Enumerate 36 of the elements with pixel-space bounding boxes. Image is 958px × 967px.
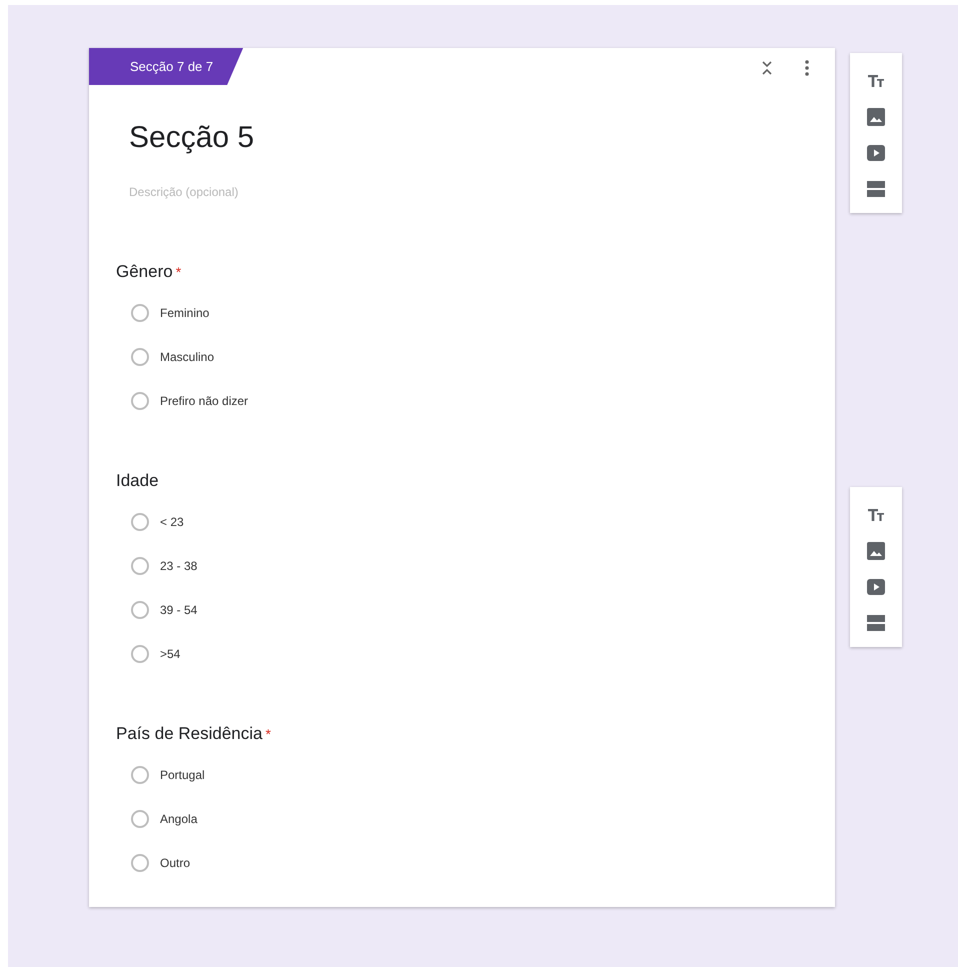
radio-button[interactable] <box>131 513 149 531</box>
more-vertical-icon <box>805 60 809 76</box>
radio-button[interactable] <box>131 766 149 784</box>
option-label: Prefiro não dizer <box>160 393 248 410</box>
required-mark: * <box>265 725 271 744</box>
image-icon <box>867 542 885 560</box>
option-label: >54 <box>160 646 180 663</box>
option-label: Outro <box>160 855 190 872</box>
radio-button[interactable] <box>131 557 149 575</box>
radio-button[interactable] <box>131 810 149 828</box>
option-label: Masculino <box>160 349 214 366</box>
text-icon <box>867 508 885 522</box>
option-label: Portugal <box>160 767 205 784</box>
radio-button[interactable] <box>131 348 149 366</box>
question-title: Gênero <box>116 261 173 283</box>
question-title: País de Residência <box>116 723 262 745</box>
section-icon <box>867 181 885 197</box>
option-label: Feminino <box>160 305 210 322</box>
radio-button[interactable] <box>131 304 149 322</box>
radio-button[interactable] <box>131 645 149 663</box>
radio-button[interactable] <box>131 392 149 410</box>
radio-button[interactable] <box>131 854 149 872</box>
required-mark: * <box>176 263 182 282</box>
option-label: < 23 <box>160 514 184 531</box>
radio-button[interactable] <box>131 601 149 619</box>
text-icon <box>867 74 885 88</box>
section-icon <box>867 615 885 631</box>
option-label: 23 - 38 <box>160 558 198 575</box>
section-title: Secção 5 <box>129 120 256 156</box>
video-icon <box>867 145 885 161</box>
option-label: Angola <box>160 811 198 828</box>
option-label: 39 - 54 <box>160 602 198 619</box>
question-title: Idade <box>116 470 159 492</box>
video-icon <box>867 579 885 595</box>
collapse-icon <box>762 61 772 75</box>
image-icon <box>867 108 885 126</box>
